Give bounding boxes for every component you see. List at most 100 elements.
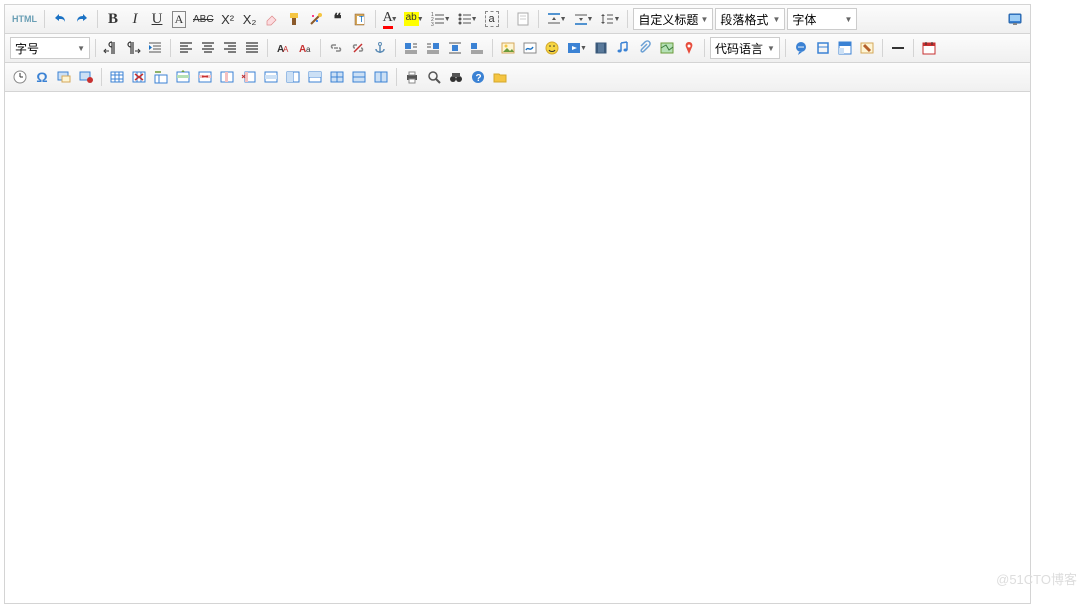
fontborder-button[interactable]: A (169, 9, 189, 29)
emotion-button[interactable] (542, 38, 562, 58)
split-cols-button[interactable] (371, 67, 391, 87)
align-right-button[interactable] (220, 38, 240, 58)
clear-doc-button[interactable] (513, 9, 533, 29)
superscript-button[interactable]: X² (218, 9, 238, 29)
img-none-button[interactable] (467, 38, 487, 58)
split-cells-button[interactable] (327, 67, 347, 87)
movie-button[interactable] (591, 38, 611, 58)
strikethrough-button[interactable]: ABC (191, 9, 216, 29)
insert-row-button[interactable] (173, 67, 193, 87)
snapscreen-button[interactable] (54, 67, 74, 87)
music-button[interactable] (613, 38, 633, 58)
split-rows-button[interactable] (349, 67, 369, 87)
calendar-icon (921, 40, 937, 56)
bold-button[interactable]: B (103, 9, 123, 29)
font-size-dropdown[interactable]: 字号▼ (10, 37, 90, 59)
code-lang-dropdown[interactable]: 代码语言▼ (710, 37, 780, 59)
fullscreen-button[interactable] (1005, 9, 1025, 29)
delete-col-button[interactable] (239, 67, 259, 87)
format-match-button[interactable] (284, 9, 304, 29)
anchor-button[interactable] (370, 38, 390, 58)
italic-button[interactable]: I (125, 9, 145, 29)
search-replace-button[interactable] (446, 67, 466, 87)
help-button[interactable]: ? (468, 67, 488, 87)
svg-text:3: 3 (431, 22, 434, 27)
direction-ltr-button[interactable] (123, 38, 143, 58)
align-left-button[interactable] (176, 38, 196, 58)
lowercase-button[interactable]: Aa (295, 38, 315, 58)
remove-format-button[interactable] (262, 9, 282, 29)
direction-rtl-button[interactable] (101, 38, 121, 58)
attachment-button[interactable] (635, 38, 655, 58)
dropdown-arrow-icon: ▼ (77, 44, 85, 53)
delete-row-button[interactable] (195, 67, 215, 87)
row-spacing-bottom-button[interactable]: ▼ (571, 9, 596, 29)
clock-icon (12, 69, 28, 85)
undo-icon (52, 11, 68, 27)
img-center-button[interactable] (445, 38, 465, 58)
map-icon (659, 40, 675, 56)
video-button[interactable]: ▼ (564, 38, 589, 58)
template-button[interactable] (835, 38, 855, 58)
merge-cells-button[interactable] (261, 67, 281, 87)
source-button[interactable]: HTML (10, 9, 39, 29)
editor-content-area[interactable] (5, 92, 1030, 603)
drafts-button[interactable] (490, 67, 510, 87)
custom-title-dropdown[interactable]: 自定义标题▼ (633, 8, 713, 30)
table-delete-icon (131, 69, 147, 85)
img-right-button[interactable] (423, 38, 443, 58)
gmap-button[interactable] (679, 38, 699, 58)
insert-para-before-button[interactable] (151, 67, 171, 87)
img-left-button[interactable] (401, 38, 421, 58)
wordimage-button[interactable] (76, 67, 96, 87)
subscript-button[interactable]: X₂ (240, 9, 260, 29)
help-icon: ? (470, 69, 486, 85)
indent-button[interactable] (145, 38, 165, 58)
image-button[interactable] (498, 38, 518, 58)
align-center-button[interactable] (198, 38, 218, 58)
scrawl-button[interactable] (520, 38, 540, 58)
redo-button[interactable] (72, 9, 92, 29)
merge-right-button[interactable] (283, 67, 303, 87)
blockquote-button[interactable]: ❝ (328, 9, 348, 29)
separator (913, 39, 914, 57)
wand-icon (308, 11, 324, 27)
link-button[interactable] (326, 38, 346, 58)
delete-table-button[interactable] (129, 67, 149, 87)
dropdown-arrow-icon: ▼ (560, 16, 567, 23)
paragraph-format-dropdown[interactable]: 段落格式▼ (715, 8, 785, 30)
merge-down-button[interactable] (305, 67, 325, 87)
print-button[interactable] (402, 67, 422, 87)
ordered-list-button[interactable]: 123▼ (428, 9, 453, 29)
background-button[interactable] (857, 38, 877, 58)
forecolor-button[interactable]: A▼ (381, 9, 400, 29)
date-button[interactable] (919, 38, 939, 58)
map-button[interactable] (657, 38, 677, 58)
row-spacing-top-button[interactable]: ▼ (544, 9, 569, 29)
undo-button[interactable] (50, 9, 70, 29)
line-height-button[interactable]: ▼ (597, 9, 622, 29)
folder-icon (492, 69, 508, 85)
webapp-button[interactable] (791, 38, 811, 58)
backcolor-button[interactable]: ab▼ (402, 9, 426, 29)
autotype-button[interactable] (306, 9, 326, 29)
align-justify-button[interactable] (242, 38, 262, 58)
font-family-dropdown[interactable]: 字体▼ (787, 8, 857, 30)
preview-button[interactable] (424, 67, 444, 87)
anchor-icon (372, 40, 388, 56)
uppercase-button[interactable]: AA (273, 38, 293, 58)
horizontal-rule-button[interactable] (888, 38, 908, 58)
spechars-button[interactable]: Ω (32, 67, 52, 87)
paste-plain-button[interactable]: T (350, 9, 370, 29)
rtl-icon (103, 40, 119, 56)
toolbar-row-2: 字号▼ AA Aa ▼ 代码语言▼ (5, 34, 1030, 63)
pagination-button[interactable] (813, 38, 833, 58)
unlink-button[interactable] (348, 38, 368, 58)
time-button[interactable] (10, 67, 30, 87)
select-all-button[interactable]: a (482, 9, 502, 29)
insert-col-button[interactable] (217, 67, 237, 87)
insert-table-button[interactable] (107, 67, 127, 87)
unordered-list-button[interactable]: ▼ (455, 9, 480, 29)
underline-button[interactable]: U (147, 9, 167, 29)
split-icon (329, 69, 345, 85)
